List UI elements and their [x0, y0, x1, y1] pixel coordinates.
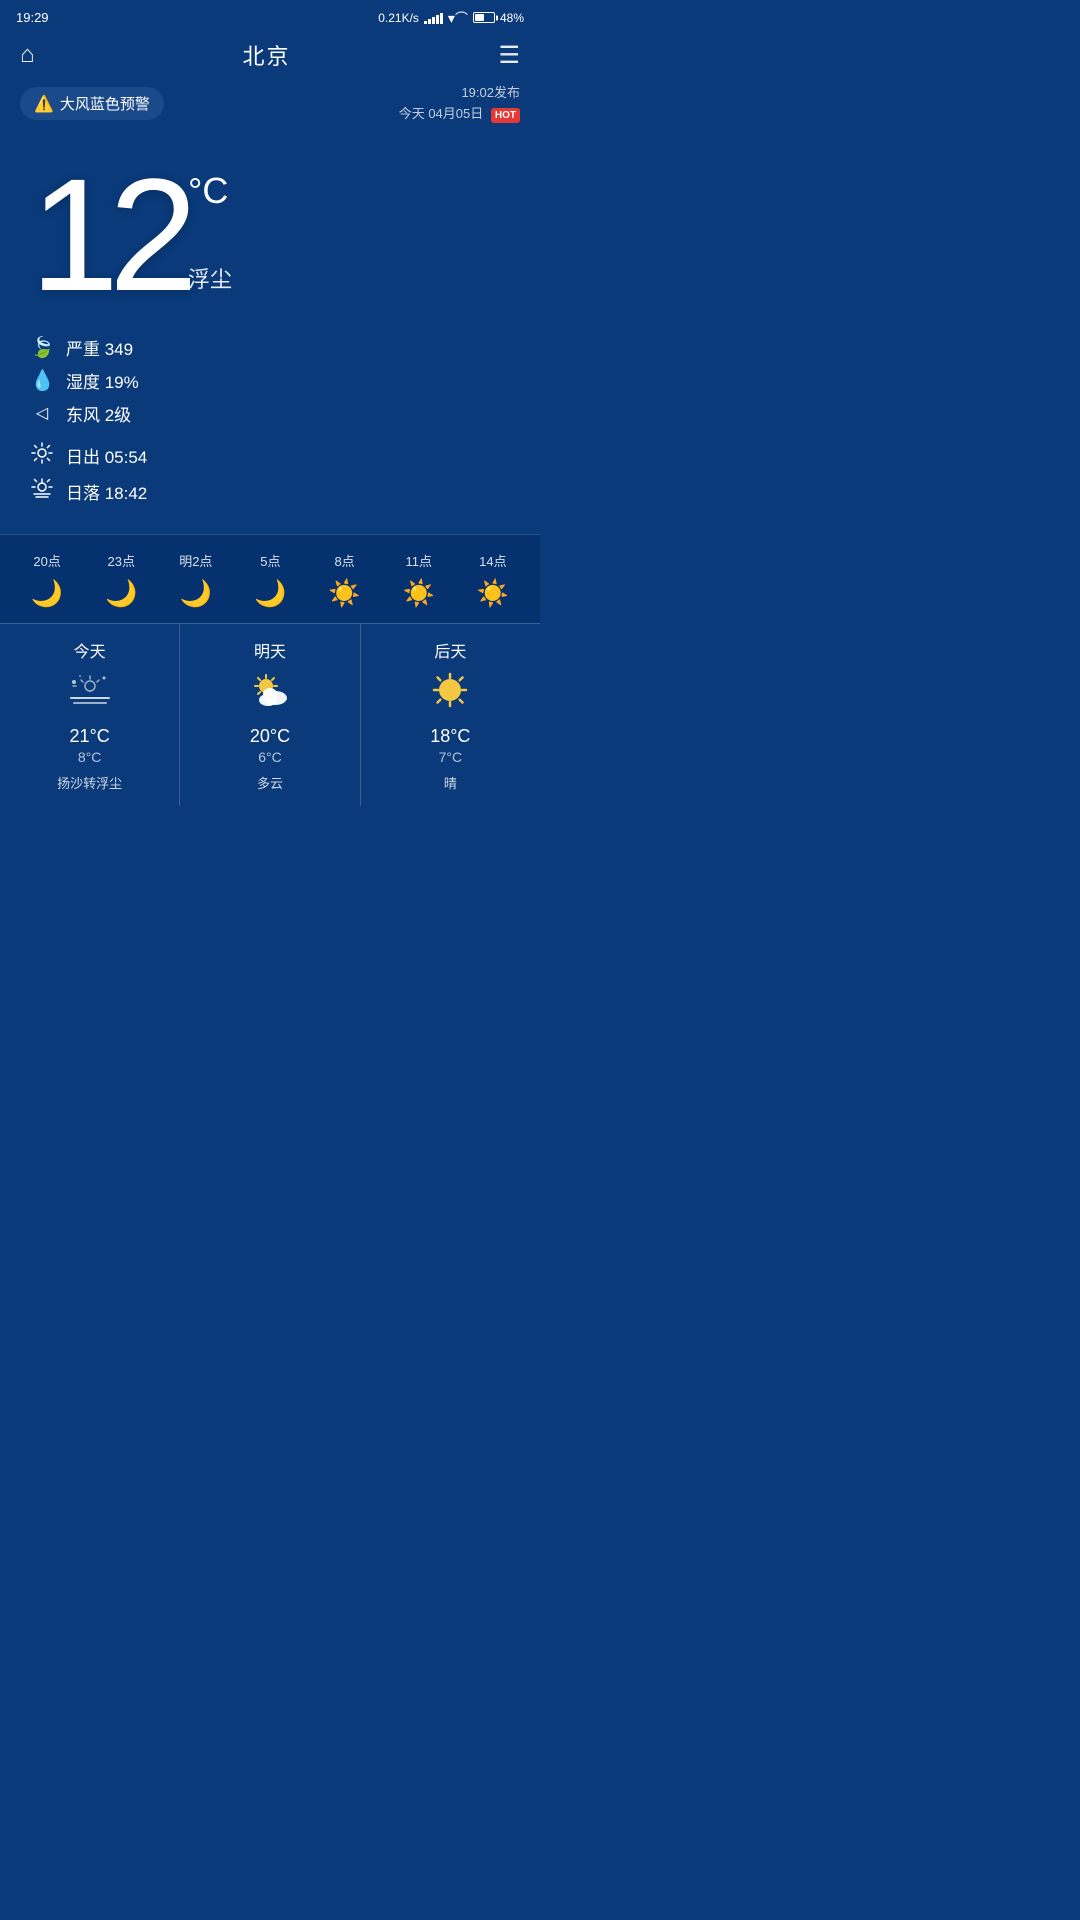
- temp-unit-weather: °C 浮尘: [188, 155, 232, 294]
- day-low-day-after: 7°C: [371, 749, 530, 765]
- day-item-today: 今天 21°C 8°C 扬沙转浮尘: [0, 624, 180, 806]
- hour-label-0: 20点: [33, 551, 60, 570]
- network-speed: 0.21K/s: [378, 11, 419, 25]
- wind-value: 东风 2级: [66, 401, 131, 426]
- day-low-today: 8°C: [10, 749, 169, 765]
- hour-label-3: 5点: [260, 551, 280, 570]
- humidity-value: 湿度 19%: [66, 368, 139, 393]
- wifi-icon: ▾⌒: [448, 8, 468, 27]
- publish-time: 19:02发布: [399, 83, 520, 104]
- day-high-today: 21°C: [10, 726, 169, 747]
- menu-icon[interactable]: ☰: [498, 41, 520, 70]
- status-right: 0.21K/s ▾⌒ 48%: [378, 8, 524, 27]
- signal-icon: [424, 12, 443, 24]
- leaf-icon: 🍃: [30, 335, 54, 360]
- day-high-tomorrow: 20°C: [190, 726, 349, 747]
- hour-item-5: 11点 ☀️: [403, 551, 435, 609]
- sun-icon-4: ☀️: [328, 578, 360, 609]
- hot-badge: HOT: [491, 108, 520, 123]
- status-time: 19:29: [16, 10, 49, 25]
- humidity-icon: 💧: [30, 368, 54, 393]
- weather-description: 浮尘: [188, 262, 232, 294]
- hour-label-2: 明2点: [179, 551, 212, 570]
- hour-label-6: 14点: [479, 551, 506, 570]
- city-title: 北京: [242, 39, 290, 71]
- wind-row: ◁ 东风 2级: [30, 401, 510, 426]
- day-low-tomorrow: 6°C: [190, 749, 349, 765]
- day-icon-tomorrow: [190, 670, 349, 718]
- hour-label-4: 8点: [334, 551, 354, 570]
- day-desc-today: 扬沙转浮尘: [10, 773, 169, 792]
- day-icon-today: [10, 670, 169, 718]
- sunset-icon: [30, 478, 54, 506]
- hourly-forecast: 20点 🌙 23点 🌙 明2点 🌙 5点 🌙 8点 ☀️ 11点 ☀️ 14点 …: [0, 534, 540, 623]
- day-desc-tomorrow: 多云: [190, 773, 349, 792]
- sunrise-icon: [30, 442, 54, 470]
- sun-icon-6: ☀️: [477, 578, 509, 609]
- hour-item-6: 14点 ☀️: [477, 551, 509, 609]
- sunrise-value: 日出 05:54: [66, 443, 147, 468]
- humidity-row: 💧 湿度 19%: [30, 368, 510, 393]
- alert-badge[interactable]: ⚠️ 大风蓝色预警: [20, 87, 164, 120]
- moon-icon-3: 🌙: [254, 578, 286, 609]
- warning-icon: ⚠️: [34, 94, 54, 114]
- hour-item-0: 20点 🌙: [31, 551, 63, 609]
- hour-item-3: 5点 🌙: [254, 551, 286, 609]
- battery-percent: 48%: [500, 11, 524, 25]
- aqi-value: 严重 349: [66, 335, 133, 360]
- status-bar: 19:29 0.21K/s ▾⌒ 48%: [0, 0, 540, 31]
- hour-label-1: 23点: [108, 551, 135, 570]
- daily-forecast: 今天 21°C 8°C 扬沙转浮尘 明天: [0, 623, 540, 806]
- moon-icon-1: 🌙: [105, 578, 137, 609]
- day-icon-day-after: [371, 670, 530, 718]
- day-label-today: 今天: [10, 638, 169, 662]
- day-desc-day-after: 晴: [371, 773, 530, 792]
- day-high-day-after: 18°C: [371, 726, 530, 747]
- sunset-value: 日落 18:42: [66, 479, 147, 504]
- sunrise-row: 日出 05:54: [30, 442, 510, 470]
- home-icon[interactable]: ⌂: [20, 41, 35, 69]
- wind-icon: ◁: [30, 403, 54, 423]
- sun-icon-5: ☀️: [403, 578, 435, 609]
- temperature-section: 12 °C 浮尘: [0, 135, 540, 325]
- temperature-display: 12: [30, 155, 188, 315]
- hour-item-1: 23点 🌙: [105, 551, 137, 609]
- hour-label-5: 11点: [405, 551, 432, 570]
- alert-bar: ⚠️ 大风蓝色预警 19:02发布 今天 04月05日 HOT: [0, 83, 540, 135]
- moon-icon-2: 🌙: [180, 578, 212, 609]
- sunset-row: 日落 18:42: [30, 478, 510, 506]
- day-item-tomorrow: 明天 20°C 6°C 多云: [180, 624, 360, 806]
- day-label-day-after: 后天: [371, 638, 530, 662]
- day-label-tomorrow: 明天: [190, 638, 349, 662]
- weather-details: 🍃 严重 349 💧 湿度 19% ◁ 东风 2级 日出 05:54: [0, 325, 540, 534]
- hour-item-2: 明2点 🌙: [179, 551, 212, 609]
- battery-icon: [473, 12, 495, 23]
- moon-icon-0: 🌙: [31, 578, 63, 609]
- alert-text: 大风蓝色预警: [60, 93, 150, 114]
- top-nav: ⌂ 北京 ☰: [0, 31, 540, 83]
- alert-date: 今天 04月05日 HOT: [399, 104, 520, 125]
- hour-item-4: 8点 ☀️: [328, 551, 360, 609]
- day-item-day-after: 后天 18°C 7°C 晴: [361, 624, 540, 806]
- temp-unit: °C: [188, 170, 232, 212]
- alert-meta: 19:02发布 今天 04月05日 HOT: [399, 83, 520, 125]
- aqi-row: 🍃 严重 349: [30, 335, 510, 360]
